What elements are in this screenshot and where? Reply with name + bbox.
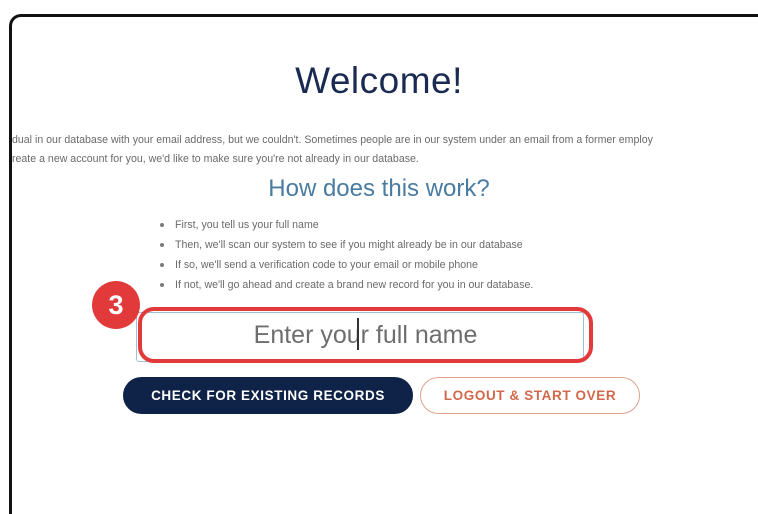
text-cursor <box>357 318 359 350</box>
logout-start-over-button[interactable]: LOGOUT & START OVER <box>420 377 640 414</box>
page-title: Welcome! <box>295 60 463 101</box>
how-it-works-heading: How does this work? <box>268 175 490 202</box>
full-name-input[interactable] <box>138 307 593 363</box>
list-item: First, you tell us your full name <box>160 215 533 235</box>
list-item: Then, we'll scan our system to see if yo… <box>160 235 533 255</box>
check-existing-records-button[interactable]: CHECK FOR EXISTING RECORDS <box>123 377 413 414</box>
intro-text-line-2: reate a new account for you, we'd like t… <box>12 153 419 165</box>
step-number-badge: 3 <box>92 281 140 329</box>
list-item: If so, we'll send a verification code to… <box>160 255 533 275</box>
steps-list: First, you tell us your full name Then, … <box>160 215 533 295</box>
list-item: If not, we'll go ahead and create a bran… <box>160 275 533 295</box>
intro-text-line-1: dual in our database with your email add… <box>12 134 653 146</box>
